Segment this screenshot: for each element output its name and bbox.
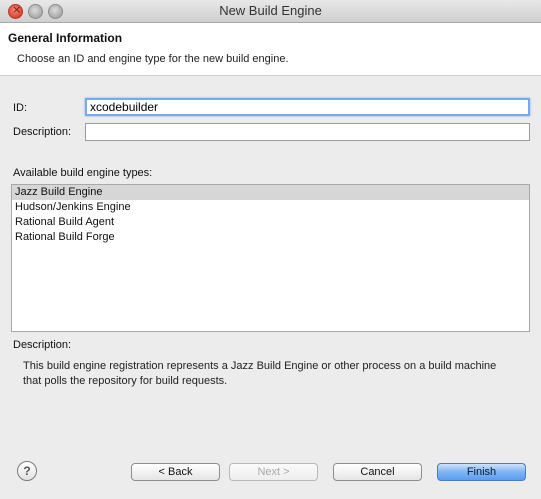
engine-types-label: Available build engine types:	[13, 167, 153, 179]
id-label: ID:	[13, 102, 28, 114]
engine-description-label: Description:	[13, 339, 72, 351]
description-field[interactable]	[85, 123, 530, 141]
list-item[interactable]: Jazz Build Engine	[12, 185, 529, 200]
window-title: New Build Engine	[219, 3, 322, 18]
wizard-header: General Information Choose an ID and eng…	[0, 23, 541, 76]
back-button[interactable]: < Back	[131, 463, 220, 481]
help-icon: ?	[23, 464, 31, 478]
description-label: Description:	[13, 126, 72, 138]
page-title: General Information	[8, 31, 123, 45]
next-button[interactable]: Next >	[229, 463, 318, 481]
page-description: Choose an ID and engine type for the new…	[17, 53, 289, 65]
cancel-button[interactable]: Cancel	[333, 463, 422, 481]
finish-button[interactable]: Finish	[437, 463, 526, 481]
list-item[interactable]: Rational Build Agent	[12, 215, 529, 230]
new-build-engine-dialog: New Build Engine General Information Cho…	[0, 0, 541, 499]
engine-types-list[interactable]: Jazz Build Engine Hudson/Jenkins Engine …	[11, 184, 530, 332]
engine-description-text: This build engine registration represent…	[23, 360, 497, 387]
list-item[interactable]: Rational Build Forge	[12, 230, 529, 245]
help-button[interactable]: ?	[17, 461, 37, 481]
title-bar[interactable]: New Build Engine	[0, 0, 541, 23]
list-item[interactable]: Hudson/Jenkins Engine	[12, 200, 529, 215]
id-field[interactable]	[85, 98, 530, 116]
